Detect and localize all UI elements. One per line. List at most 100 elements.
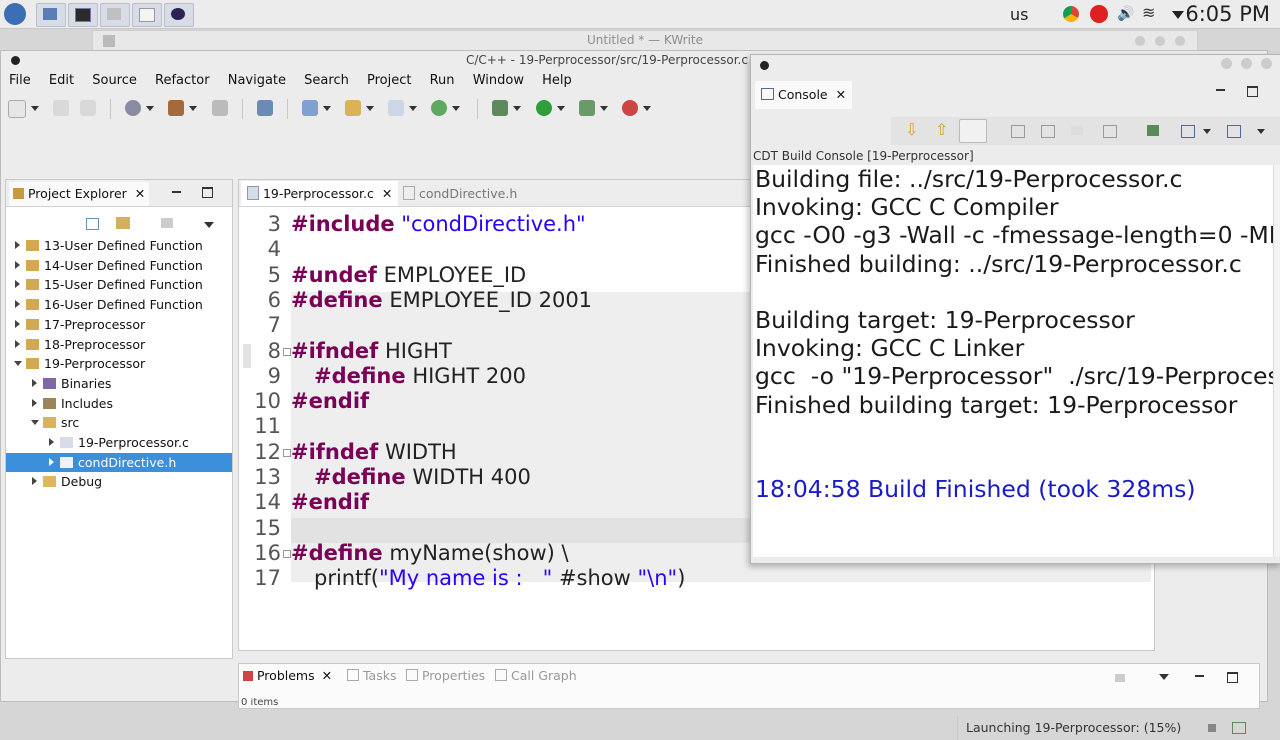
files-icon[interactable]	[100, 3, 130, 27]
menu-window[interactable]: Window	[473, 71, 524, 91]
new-project-icon[interactable]	[301, 100, 318, 116]
menu-file[interactable]: File	[9, 71, 31, 91]
collapsed-arrow-icon[interactable]	[15, 280, 20, 289]
link-editor-icon[interactable]	[116, 217, 130, 229]
maximize-icon[interactable]	[202, 187, 213, 198]
fold-marker-icon[interactable]	[283, 448, 291, 457]
arrow-up-icon[interactable]: ⇧	[935, 120, 948, 139]
tree-item[interactable]: 15-User Defined Function	[6, 275, 232, 294]
tab-tasks[interactable]: Tasks	[347, 668, 396, 683]
tree-item[interactable]: src	[6, 413, 232, 432]
new-folder-icon[interactable]	[345, 100, 362, 116]
minimize-icon[interactable]	[1135, 36, 1145, 46]
menu-refactor[interactable]: Refactor	[155, 71, 210, 91]
close-icon[interactable]	[1261, 58, 1272, 69]
binary-icon[interactable]	[211, 100, 228, 116]
open-console-icon[interactable]	[1227, 125, 1241, 138]
expanded-arrow-icon[interactable]	[14, 361, 22, 367]
code-line[interactable]: #ifndef HIGHT	[291, 339, 452, 363]
tree-item[interactable]: Debug	[6, 472, 232, 491]
tab-19-perprocessor-c[interactable]: 19-Perprocessor.c ✕	[241, 181, 399, 206]
fold-marker-icon[interactable]	[283, 549, 291, 558]
collapsed-arrow-icon[interactable]	[15, 241, 20, 249]
minimize-icon[interactable]	[172, 191, 181, 193]
coverage-icon[interactable]	[578, 100, 595, 116]
view-menu-icon[interactable]	[1115, 674, 1125, 682]
collapsed-arrow-icon[interactable]	[15, 300, 20, 309]
collapsed-arrow-icon[interactable]	[49, 457, 54, 466]
keyboard-layout[interactable]: us	[1010, 5, 1028, 24]
collapsed-arrow-icon[interactable]	[15, 319, 20, 328]
menu-help[interactable]: Help	[542, 71, 572, 91]
save-all-icon[interactable]	[80, 100, 97, 116]
menu-navigate[interactable]: Navigate	[228, 71, 286, 91]
maximize-icon[interactable]	[1227, 672, 1238, 683]
expanded-arrow-icon[interactable]	[31, 420, 39, 426]
progress-view-icon[interactable]	[1232, 722, 1246, 734]
minimize-icon[interactable]	[1221, 58, 1232, 69]
code-line[interactable]: #define myName(show) \	[291, 541, 569, 565]
code-line[interactable]: #define HIGHT 200	[314, 364, 526, 388]
new-dropdown-icon[interactable]	[31, 106, 39, 111]
external-tools-icon[interactable]	[621, 100, 638, 116]
remove-launch-icon[interactable]	[1103, 125, 1117, 138]
build-config-icon[interactable]	[125, 100, 142, 116]
tree-item[interactable]: Binaries	[6, 374, 232, 393]
external-tools-dropdown-icon[interactable]	[642, 106, 651, 111]
tree-item[interactable]: 14-User Defined Function	[6, 256, 232, 275]
close-icon[interactable]: ✕	[135, 186, 145, 201]
new-file-dropdown-icon[interactable]	[409, 106, 418, 111]
menu-project[interactable]: Project	[367, 71, 411, 91]
tab-console[interactable]: Console ✕	[755, 81, 853, 109]
build-dropdown-icon[interactable]	[189, 106, 198, 111]
chrome-icon[interactable]	[1063, 6, 1079, 22]
tab-project-explorer[interactable]: Project Explorer ✕	[9, 182, 150, 206]
display-console-icon[interactable]	[1181, 125, 1195, 138]
pin-console-icon[interactable]	[1147, 125, 1159, 136]
tab-properties[interactable]: Properties	[406, 668, 485, 683]
code-line[interactable]: #ifndef WIDTH	[291, 440, 457, 464]
menu-search[interactable]: Search	[304, 71, 349, 91]
chevron-down-icon[interactable]	[1257, 129, 1265, 134]
save-icon[interactable]	[53, 100, 70, 116]
close-icon[interactable]	[1175, 36, 1185, 46]
maximize-icon[interactable]	[1241, 58, 1252, 69]
tree-item[interactable]: 19-Perprocessor.c	[6, 433, 232, 452]
coverage-dropdown-icon[interactable]	[599, 106, 608, 111]
minimize-icon[interactable]	[1216, 89, 1225, 91]
eclipse-icon[interactable]	[164, 3, 194, 27]
tree-item[interactable]: 19-Perprocessor	[6, 354, 232, 373]
chevron-down-icon[interactable]	[1172, 11, 1184, 19]
menu-source[interactable]: Source	[92, 71, 137, 91]
collapsed-arrow-icon[interactable]	[15, 260, 20, 269]
close-icon[interactable]: ✕	[322, 668, 332, 683]
tree-item[interactable]: 18-Preprocessor	[6, 335, 232, 354]
build-hammer-icon[interactable]	[168, 100, 185, 116]
code-line[interactable]: #define WIDTH 400	[314, 465, 531, 489]
collapse-all-icon[interactable]	[86, 218, 99, 230]
chevron-down-icon[interactable]	[1159, 674, 1169, 680]
code-line[interactable]: printf("My name is : " #show "\n")	[314, 566, 685, 590]
view-menu-icon[interactable]	[204, 222, 214, 228]
arrow-down-icon[interactable]: ⇩	[905, 120, 918, 139]
tree-item[interactable]: 13-User Defined Function	[6, 236, 232, 255]
tab-conddirective-h[interactable]: condDirective.h	[397, 181, 523, 206]
console-output[interactable]: Building file: ../src/19-Perprocessor.c I…	[753, 165, 1273, 557]
close-icon[interactable]: ✕	[836, 87, 846, 102]
word-wrap-icon[interactable]	[1071, 126, 1083, 135]
debug-tool-icon[interactable]	[256, 100, 273, 116]
tree-item[interactable]: condDirective.h	[6, 452, 232, 472]
new-icon[interactable]	[8, 100, 26, 118]
console-scrollbar[interactable]	[1273, 165, 1280, 557]
link-icon[interactable]	[959, 119, 987, 143]
code-line[interactable]: #define EMPLOYEE_ID 2001	[291, 288, 592, 312]
tab-problems[interactable]: Problems ✕	[243, 668, 332, 683]
clear-console-icon[interactable]	[1011, 125, 1025, 138]
code-line[interactable]: #endif	[291, 389, 369, 413]
collapsed-arrow-icon[interactable]	[32, 378, 37, 387]
debug-icon[interactable]	[492, 100, 509, 116]
build-config-dropdown-icon[interactable]	[146, 106, 155, 111]
collapsed-arrow-icon[interactable]	[49, 438, 54, 446]
chevron-down-icon[interactable]	[1203, 129, 1211, 134]
code-line[interactable]: #endif	[291, 490, 369, 514]
